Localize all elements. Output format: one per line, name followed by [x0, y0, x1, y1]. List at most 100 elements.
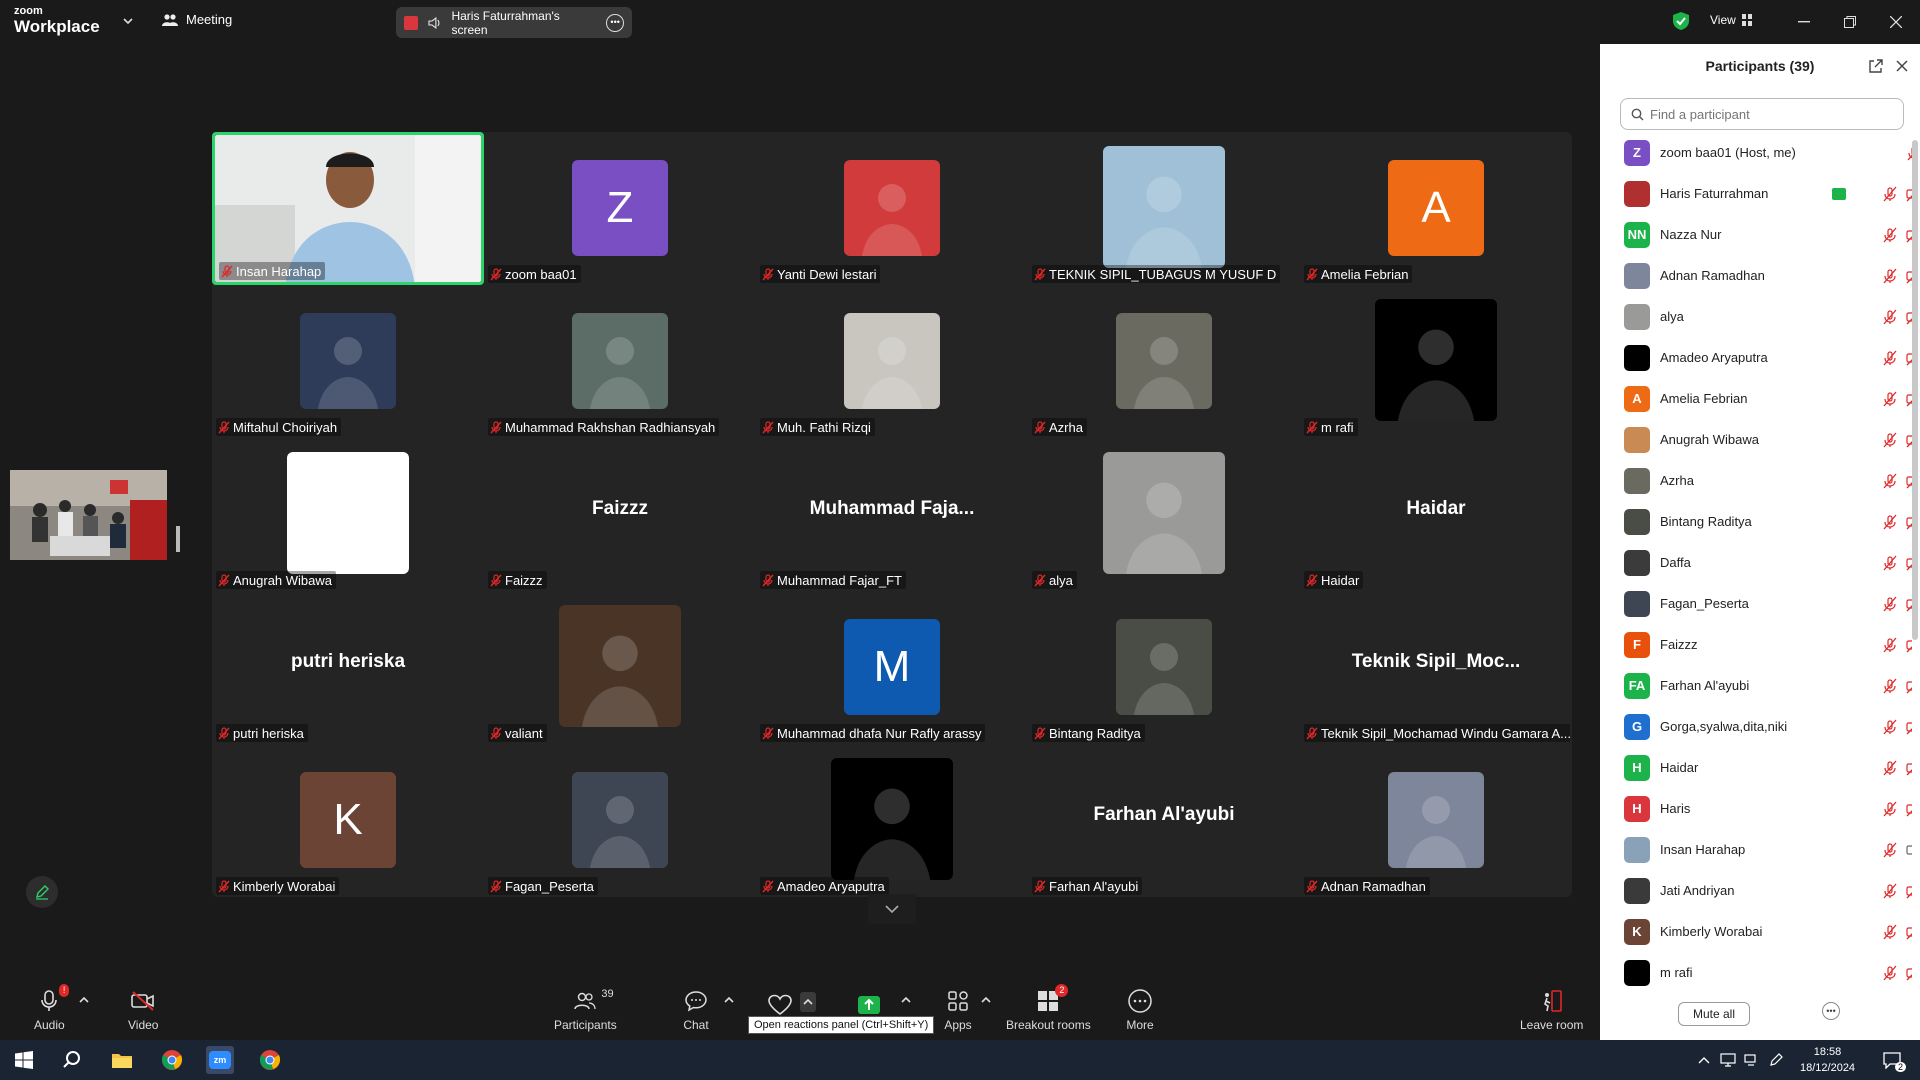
- participant-list-item[interactable]: F Faizzz: [1600, 624, 1912, 665]
- participant-tile[interactable]: Muhammad Rakhshan Radhiansyah: [484, 285, 756, 438]
- participant-tile[interactable]: Bintang Raditya: [1028, 591, 1300, 744]
- tray-pen-icon[interactable]: [1762, 1046, 1790, 1074]
- chat-button[interactable]: Chat: [682, 988, 710, 1032]
- participant-tile[interactable]: Azrha: [1028, 285, 1300, 438]
- participant-list-item[interactable]: Adnan Ramadhan: [1600, 255, 1912, 296]
- participant-list-item[interactable]: Bintang Raditya: [1600, 501, 1912, 542]
- participant-tile[interactable]: Adnan Ramadhan: [1300, 744, 1572, 897]
- thumbnail-resize-handle[interactable]: [176, 526, 180, 552]
- camera-off-icon[interactable]: [1906, 801, 1912, 817]
- participant-tile[interactable]: Anugrah Wibawa: [212, 438, 484, 591]
- participant-tile[interactable]: Insan Harahap: [212, 132, 484, 285]
- participant-tile[interactable]: Yanti Dewi lestari: [756, 132, 1028, 285]
- restore-button[interactable]: [1840, 12, 1860, 32]
- participant-list-item[interactable]: Anugrah Wibawa: [1600, 419, 1912, 460]
- video-button[interactable]: Video: [128, 988, 158, 1032]
- mic-muted-icon[interactable]: [1882, 514, 1898, 530]
- close-window-button[interactable]: [1886, 12, 1906, 32]
- camera-off-icon[interactable]: [1906, 637, 1912, 653]
- participant-tile[interactable]: Fagan_Peserta: [484, 744, 756, 897]
- mic-muted-icon[interactable]: [1882, 350, 1898, 366]
- participant-tile[interactable]: Faizzz Faizzz: [484, 438, 756, 591]
- pop-out-icon[interactable]: [1868, 58, 1884, 74]
- participant-list-item[interactable]: alya: [1600, 296, 1912, 337]
- camera-off-icon[interactable]: [1906, 760, 1912, 776]
- gallery-next-page-button[interactable]: [868, 894, 916, 924]
- search-taskbar-button[interactable]: [58, 1046, 86, 1074]
- participant-tile[interactable]: M Muhammad dhafa Nur Rafly arassy: [756, 591, 1028, 744]
- participant-list-item[interactable]: Azrha: [1600, 460, 1912, 501]
- chevron-up-icon[interactable]: [78, 994, 90, 1006]
- zoom-workplace-logo[interactable]: zoom Workplace: [14, 6, 100, 36]
- mic-muted-icon[interactable]: [1882, 678, 1898, 694]
- reactions-button[interactable]: [766, 992, 794, 1018]
- participant-list-item[interactable]: H Haris: [1600, 788, 1912, 829]
- mic-muted-icon[interactable]: [1882, 555, 1898, 571]
- participant-tile[interactable]: putri heriska putri heriska: [212, 591, 484, 744]
- participant-list-item[interactable]: K Kimberly Worabai: [1600, 911, 1912, 952]
- share-more-icon[interactable]: •••: [606, 13, 624, 32]
- participant-tile[interactable]: Teknik Sipil_Moc... Teknik Sipil_Mochamad…: [1300, 591, 1572, 744]
- minimize-button[interactable]: [1794, 12, 1814, 32]
- participant-tile[interactable]: Muhammad Faja... Muhammad Fajar_FT: [756, 438, 1028, 591]
- encryption-shield-icon[interactable]: [1672, 11, 1690, 31]
- participant-list-item[interactable]: NN Nazza Nur: [1600, 214, 1912, 255]
- speaker-icon[interactable]: [428, 16, 442, 30]
- camera-off-icon[interactable]: [1906, 678, 1912, 694]
- participant-tile[interactable]: A Amelia Febrian: [1300, 132, 1572, 285]
- participant-list-item[interactable]: A Amelia Febrian: [1600, 378, 1912, 419]
- mic-muted-icon[interactable]: [1882, 391, 1898, 407]
- zoom-taskbar-button[interactable]: zm: [206, 1046, 234, 1074]
- camera-off-icon[interactable]: [1906, 965, 1912, 981]
- more-button[interactable]: More: [1126, 988, 1154, 1032]
- close-icon[interactable]: [1894, 58, 1910, 74]
- mic-muted-icon[interactable]: [1882, 801, 1898, 817]
- participant-tile[interactable]: Amadeo Aryaputra: [756, 744, 1028, 897]
- participant-tile[interactable]: Muh. Fathi Rizqi: [756, 285, 1028, 438]
- participant-list-scrollbar[interactable]: [1912, 140, 1918, 640]
- annotate-button[interactable]: [26, 876, 58, 908]
- camera-on-icon[interactable]: [1906, 842, 1912, 858]
- view-button[interactable]: View: [1710, 13, 1752, 27]
- participant-tile[interactable]: K Kimberly Worabai: [212, 744, 484, 897]
- participant-tile[interactable]: alya: [1028, 438, 1300, 591]
- mic-muted-icon[interactable]: [1882, 719, 1898, 735]
- participant-search-box[interactable]: [1620, 98, 1904, 130]
- participant-list-item[interactable]: Daffa: [1600, 542, 1912, 583]
- camera-off-icon[interactable]: [1906, 719, 1912, 735]
- participant-list-item[interactable]: Haris Faturrahman: [1600, 173, 1912, 214]
- chrome-button[interactable]: [158, 1046, 186, 1074]
- mute-all-button[interactable]: Mute all: [1678, 1002, 1750, 1026]
- participant-tile[interactable]: Zzoom baa01: [484, 132, 756, 285]
- participant-tile[interactable]: m rafi: [1300, 285, 1572, 438]
- participant-search-input[interactable]: [1650, 106, 1890, 122]
- participant-list-item[interactable]: G Gorga,syalwa,dita,niki: [1600, 706, 1912, 747]
- chrome-profile-button[interactable]: [256, 1046, 284, 1074]
- mic-muted-icon[interactable]: [1882, 268, 1898, 284]
- participant-tile[interactable]: Farhan Al'ayubi Farhan Al'ayubi: [1028, 744, 1300, 897]
- audio-button[interactable]: ! Audio: [34, 984, 70, 1032]
- meeting-info-button[interactable]: Meeting: [162, 12, 232, 27]
- mic-muted-icon[interactable]: [1882, 760, 1898, 776]
- mic-muted-icon[interactable]: [1882, 473, 1898, 489]
- mic-muted-icon[interactable]: [1882, 883, 1898, 899]
- taskbar-clock[interactable]: 18:58 18/12/2024: [1800, 1044, 1855, 1076]
- mic-muted-icon[interactable]: [1882, 596, 1898, 612]
- camera-off-icon[interactable]: [1906, 924, 1912, 940]
- chevron-up-icon[interactable]: [900, 994, 912, 1006]
- participant-list-item[interactable]: Amadeo Aryaputra: [1600, 337, 1912, 378]
- apps-button[interactable]: Apps: [944, 988, 972, 1032]
- mic-muted-icon[interactable]: [1882, 186, 1898, 202]
- more-icon[interactable]: •••: [1822, 1002, 1840, 1020]
- shared-screen-thumbnail[interactable]: [10, 470, 167, 560]
- participant-list-item[interactable]: Insan Harahap: [1600, 829, 1912, 870]
- chevron-up-icon[interactable]: [980, 994, 992, 1006]
- participant-tile[interactable]: Miftahul Choiriyah: [212, 285, 484, 438]
- participant-tile[interactable]: Haidar Haidar: [1300, 438, 1572, 591]
- participant-list-item[interactable]: Jati Andriyan: [1600, 870, 1912, 911]
- share-screen-button[interactable]: [855, 992, 883, 1018]
- participant-tile[interactable]: TEKNIK SIPIL_TUBAGUS M YUSUF D: [1028, 132, 1300, 285]
- mic-muted-icon[interactable]: [1882, 924, 1898, 940]
- camera-off-icon[interactable]: [1906, 883, 1912, 899]
- participant-list-item[interactable]: H Haidar: [1600, 747, 1912, 788]
